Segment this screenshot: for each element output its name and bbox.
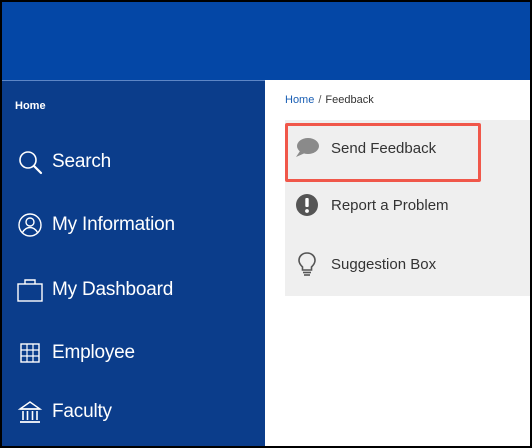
menu-item-label: Report a Problem	[331, 196, 449, 214]
app-window: Home Search My Information My Dashboard …	[0, 0, 532, 448]
sidebar-item-search[interactable]: Search	[16, 144, 111, 180]
user-circle-icon	[16, 211, 44, 239]
folder-icon	[16, 276, 44, 304]
lightbulb-icon	[293, 250, 321, 278]
breadcrumb-separator: /	[318, 94, 322, 106]
search-icon	[16, 148, 44, 176]
sidebar-item-label: Employee	[52, 342, 135, 363]
breadcrumb-home-link[interactable]: Home	[285, 94, 314, 106]
highlight-annotation-box	[285, 123, 481, 182]
breadcrumb: Home / Feedback	[285, 94, 374, 106]
menu-item-report-a-problem[interactable]: Report a Problem	[285, 177, 530, 233]
sidebar-item-faculty[interactable]: Faculty	[16, 394, 112, 430]
building-icon	[16, 339, 44, 367]
sidebar-item-employee[interactable]: Employee	[16, 335, 135, 371]
sidebar-item-label: Faculty	[52, 401, 112, 422]
sidebar-item-label: My Dashboard	[52, 279, 174, 300]
breadcrumb-current: Feedback	[325, 94, 374, 106]
sidebar: Home Search My Information My Dashboard …	[2, 80, 265, 446]
sidebar-home-link[interactable]: Home	[15, 100, 46, 112]
sidebar-item-my-dashboard[interactable]: My Dashboard	[16, 272, 173, 308]
top-header-bar	[2, 2, 530, 80]
menu-item-label: Suggestion Box	[331, 255, 437, 273]
sidebar-item-my-information[interactable]: My Information	[16, 207, 175, 243]
sidebar-item-label: My Information	[52, 214, 175, 235]
sidebar-item-label: Search	[52, 151, 112, 172]
menu-item-suggestion-box[interactable]: Suggestion Box	[285, 236, 530, 292]
institution-icon	[16, 398, 44, 426]
exclamation-icon	[293, 191, 321, 219]
